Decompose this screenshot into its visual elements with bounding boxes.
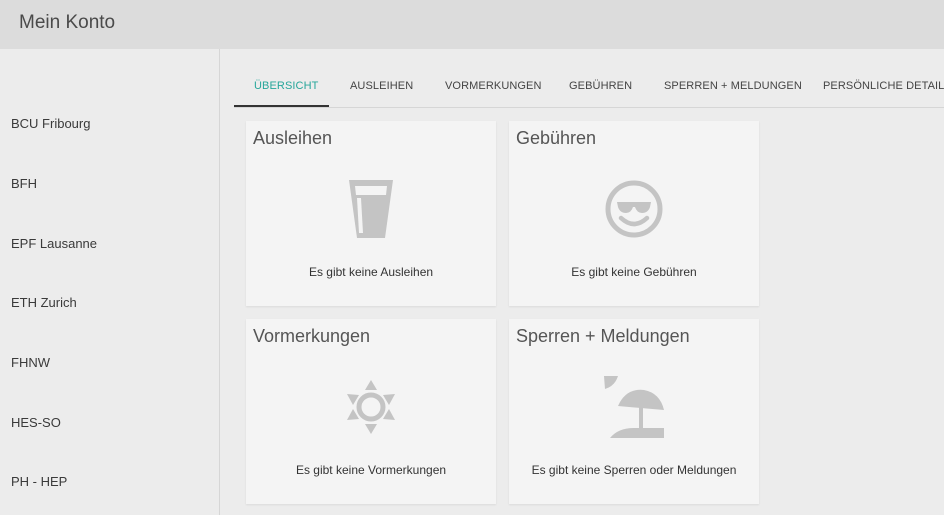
card-sperren-meldungen: Sperren + Meldungen Es gibt keine Sperre… <box>509 319 759 504</box>
tab-sperren-meldungen[interactable]: SPERREN + MELDUNGEN <box>664 80 802 92</box>
card-empty-message: Es gibt keine Vormerkungen <box>295 463 447 477</box>
card-ausleihen: Ausleihen Es gibt keine Ausleihen <box>246 121 496 306</box>
active-tab-indicator <box>234 105 329 107</box>
glass-icon <box>341 178 401 240</box>
beach-umbrella-icon <box>604 376 664 438</box>
card-empty-message: Es gibt keine Sperren oder Meldungen <box>531 463 737 477</box>
sidebar-item-hes-so[interactable]: HES-SO <box>11 415 61 430</box>
card-vormerkungen: Vormerkungen Es gibt keine Vormerkungen <box>246 319 496 504</box>
sidebar-item-eth-zurich[interactable]: ETH Zurich <box>11 295 77 310</box>
sidebar-item-bfh[interactable]: BFH <box>11 176 37 191</box>
sunglasses-smiley-icon <box>604 178 664 240</box>
account-tabs: ÜBERSICHT AUSLEIHEN VORMERKUNGEN GEBÜHRE… <box>234 70 944 108</box>
tab-ausleihen[interactable]: AUSLEIHEN <box>350 80 413 92</box>
card-title: Ausleihen <box>253 128 333 148</box>
library-sidebar: BCU Fribourg BFH EPF Lausanne ETH Zurich… <box>0 49 220 515</box>
card-empty-message: Es gibt keine Ausleihen <box>308 265 434 279</box>
tab-persoenliche-details[interactable]: PERSÖNLICHE DETAILS <box>823 80 944 92</box>
card-title: Gebühren <box>516 128 597 148</box>
sidebar-item-ph-hep[interactable]: PH - HEP <box>11 474 67 489</box>
sidebar-item-epf-lausanne[interactable]: EPF Lausanne <box>11 236 97 251</box>
sidebar-item-bcu-fribourg[interactable]: BCU Fribourg <box>11 116 90 131</box>
card-gebuehren: Gebühren Es gibt keine Gebühren <box>509 121 759 306</box>
sidebar-item-fhnw[interactable]: FHNW <box>11 355 50 370</box>
card-empty-message: Es gibt keine Gebühren <box>571 265 697 279</box>
card-title: Sperren + Meldungen <box>516 326 690 346</box>
page-title: Mein Konto <box>19 12 116 33</box>
sun-icon <box>341 376 401 438</box>
card-title: Vormerkungen <box>253 326 371 346</box>
tab-uebersicht[interactable]: ÜBERSICHT <box>254 80 318 92</box>
app-header: Mein Konto <box>0 0 944 49</box>
tab-gebuehren[interactable]: GEBÜHREN <box>569 80 632 92</box>
tab-vormerkungen[interactable]: VORMERKUNGEN <box>445 80 542 92</box>
